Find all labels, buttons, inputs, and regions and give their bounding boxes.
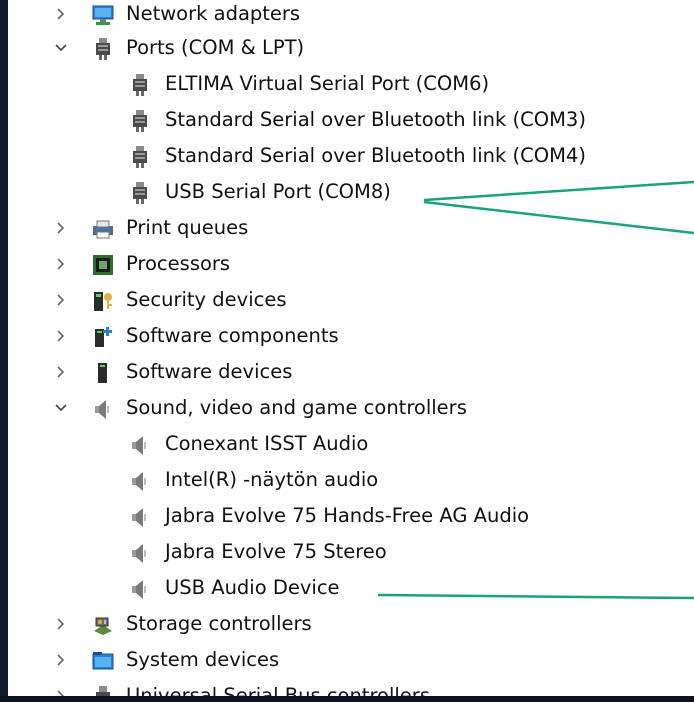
chevron-down-icon[interactable]	[52, 399, 70, 417]
chevron-right-icon[interactable]	[52, 255, 70, 273]
network-adapter-icon	[91, 3, 115, 27]
tree-item-label: Jabra Evolve 75 Stereo	[165, 540, 387, 563]
tree-item-bluetooth-com4[interactable]: Standard Serial over Bluetooth link (COM…	[8, 138, 694, 174]
speaker-icon	[128, 541, 152, 565]
tree-item-label: Intel(R) -näytön audio	[165, 468, 379, 491]
system-device-icon	[91, 649, 115, 673]
tree-item-label: Universal Serial Bus controllers	[126, 684, 430, 696]
tree-item-sound-video-game[interactable]: Sound, video and game controllers	[8, 390, 694, 426]
tree-item-label: System devices	[126, 648, 280, 671]
chevron-right-icon[interactable]	[52, 687, 70, 696]
bottom-edge	[0, 696, 694, 702]
tree-item-label: Security devices	[126, 288, 287, 311]
tree-item-label: Print queues	[126, 216, 249, 239]
chevron-right-icon[interactable]	[52, 219, 70, 237]
chevron-right-icon[interactable]	[52, 5, 70, 23]
processor-icon	[91, 253, 115, 277]
tree-item-software-components[interactable]: Software components	[8, 318, 694, 354]
chevron-right-icon[interactable]	[52, 363, 70, 381]
speaker-icon	[128, 469, 152, 493]
tree-item-jabra-stereo[interactable]: Jabra Evolve 75 Stereo	[8, 534, 694, 570]
port-icon	[91, 37, 115, 61]
tree-item-label: Software devices	[126, 360, 293, 383]
tree-item-conexant-isst-audio[interactable]: Conexant ISST Audio	[8, 426, 694, 462]
tree-item-print-queues[interactable]: Print queues	[8, 210, 694, 246]
speaker-icon	[91, 397, 115, 421]
tree-item-label: Network adapters	[126, 2, 301, 25]
tree-item-label: Conexant ISST Audio	[165, 432, 369, 455]
tree-item-label: Software components	[126, 324, 339, 347]
security-key-icon	[91, 289, 115, 313]
tree-item-ports[interactable]: Ports (COM & LPT)	[8, 30, 694, 66]
software-device-icon	[91, 361, 115, 385]
port-icon	[128, 109, 152, 133]
tree-item-label: USB Serial Port (COM8)	[165, 180, 391, 203]
printer-icon	[91, 217, 115, 241]
usb-controller-icon	[91, 685, 115, 696]
software-component-icon	[91, 325, 115, 349]
tree-item-intel-display-audio[interactable]: Intel(R) -näytön audio	[8, 462, 694, 498]
tree-item-usb-audio-device[interactable]: USB Audio Device	[8, 570, 694, 606]
screen-frame: Network adapters Ports (COM & LPT) ELTIM…	[0, 0, 694, 702]
tree-item-storage-controllers[interactable]: Storage controllers	[8, 606, 694, 642]
tree-item-security-devices[interactable]: Security devices	[8, 282, 694, 318]
chevron-right-icon[interactable]	[52, 651, 70, 669]
tree-item-processors[interactable]: Processors	[8, 246, 694, 282]
speaker-icon	[128, 577, 152, 601]
tree-item-label: USB Audio Device	[165, 576, 340, 599]
tree-item-system-devices[interactable]: System devices	[8, 642, 694, 678]
tree-item-eltima-com6[interactable]: ELTIMA Virtual Serial Port (COM6)	[8, 66, 694, 102]
tree-item-usb-controllers[interactable]: Universal Serial Bus controllers	[8, 678, 694, 696]
chevron-down-icon[interactable]	[52, 39, 70, 57]
tree-item-label: Storage controllers	[126, 612, 312, 635]
tree-item-label: Standard Serial over Bluetooth link (COM…	[165, 144, 586, 167]
tree-item-label: ELTIMA Virtual Serial Port (COM6)	[165, 72, 490, 95]
speaker-icon	[128, 433, 152, 457]
port-icon	[128, 73, 152, 97]
tree-item-label: Processors	[126, 252, 231, 275]
tree-item-label: Sound, video and game controllers	[126, 396, 467, 419]
chevron-right-icon[interactable]	[52, 291, 70, 309]
speaker-icon	[128, 505, 152, 529]
device-manager-tree: Network adapters Ports (COM & LPT) ELTIM…	[8, 0, 694, 696]
chevron-right-icon[interactable]	[52, 327, 70, 345]
tree-item-software-devices[interactable]: Software devices	[8, 354, 694, 390]
chevron-right-icon[interactable]	[52, 615, 70, 633]
port-icon	[128, 181, 152, 205]
storage-controller-icon	[91, 613, 115, 637]
tree-item-network-adapters[interactable]: Network adapters	[8, 0, 694, 32]
tree-item-usb-serial-com8[interactable]: USB Serial Port (COM8)	[8, 174, 694, 210]
tree-item-label: Ports (COM & LPT)	[126, 36, 305, 59]
tree-item-label: Standard Serial over Bluetooth link (COM…	[165, 108, 586, 131]
tree-item-bluetooth-com3[interactable]: Standard Serial over Bluetooth link (COM…	[8, 102, 694, 138]
tree-item-jabra-hands-free[interactable]: Jabra Evolve 75 Hands-Free AG Audio	[8, 498, 694, 534]
tree-item-label: Jabra Evolve 75 Hands-Free AG Audio	[165, 504, 530, 527]
port-icon	[128, 145, 152, 169]
